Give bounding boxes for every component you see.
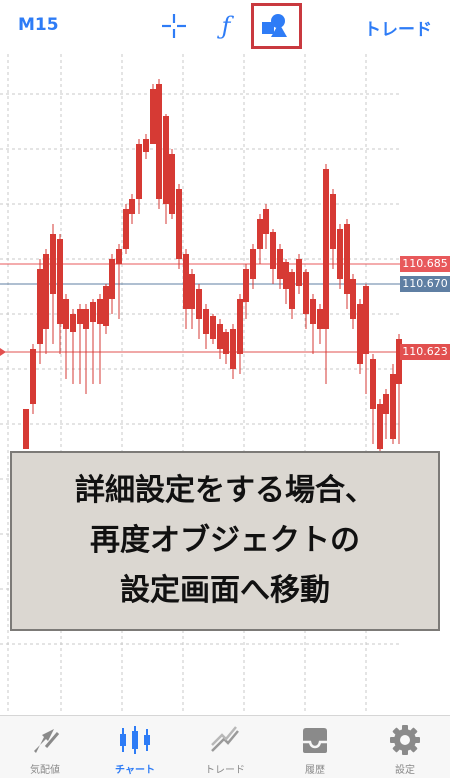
trade-icon <box>205 724 245 756</box>
candle-body <box>350 279 356 319</box>
candle-body <box>303 272 309 314</box>
candle-body <box>123 209 129 249</box>
level-marker <box>0 348 6 356</box>
price-label-upper: 110.685 <box>400 256 450 272</box>
tab-trade-label: トレード <box>205 765 245 776</box>
tab-quotes-label: 気配値 <box>30 765 60 776</box>
tab-history-label: 履歴 <box>305 765 325 776</box>
candle-body <box>156 84 162 199</box>
candle-body <box>217 324 223 349</box>
candle-body <box>77 309 83 324</box>
tab-trade[interactable]: トレード <box>180 716 270 778</box>
candle-body <box>223 332 229 354</box>
chart-toolbar: M15 ƒ トレード <box>0 0 450 54</box>
candle-body <box>109 259 115 299</box>
candle-body <box>257 219 263 249</box>
candle-body <box>210 316 216 339</box>
candle-body <box>337 229 343 279</box>
price-label-current: 110.670 <box>400 276 450 292</box>
candle-body <box>30 349 36 404</box>
candle-body <box>143 139 149 152</box>
callout-line-3: 設定画面へ移動 <box>120 573 330 608</box>
function-icon[interactable]: ƒ <box>210 10 242 42</box>
quotes-icon <box>25 724 65 756</box>
tab-chart-label: チャート <box>115 765 155 776</box>
candle-body <box>250 249 256 279</box>
tab-settings[interactable]: 設定 <box>360 716 450 778</box>
candle-body <box>263 209 269 234</box>
callout-line-1: 詳細設定をする場合、 <box>75 473 375 508</box>
candle-body <box>230 329 236 369</box>
candle-body <box>103 286 109 326</box>
candle-body <box>70 314 76 332</box>
candle-body <box>116 249 122 264</box>
candle-body <box>383 394 389 414</box>
tab-quotes[interactable]: 気配値 <box>0 716 90 778</box>
candle-body <box>150 89 156 144</box>
settings-icon <box>385 724 425 756</box>
timeframe-button[interactable]: M15 <box>18 15 59 35</box>
candle-body <box>169 154 175 214</box>
candle-body <box>183 254 189 309</box>
candle-body <box>277 249 283 279</box>
candle-body <box>97 299 103 324</box>
candle-body <box>370 359 376 409</box>
candle-body <box>289 272 295 309</box>
candle-body <box>136 144 142 199</box>
candle-body <box>344 224 350 294</box>
history-icon <box>295 724 335 756</box>
candle-body <box>237 299 243 354</box>
chart-icon <box>115 724 155 756</box>
candle-body <box>57 239 63 324</box>
candle-body <box>176 189 182 259</box>
candle-body <box>377 404 383 449</box>
candle-body <box>363 286 369 354</box>
candle-body <box>330 194 336 249</box>
candle-body <box>270 232 276 269</box>
candle-body <box>203 309 209 334</box>
candle-body <box>163 116 169 204</box>
candle-body <box>129 199 135 214</box>
candle-body <box>357 304 363 364</box>
candle-body <box>37 269 43 344</box>
price-label-lower: 110.623 <box>400 344 450 360</box>
instruction-callout: 詳細設定をする場合、 再度オブジェクトの 設定画面へ移動 <box>10 451 440 631</box>
candle-body <box>63 299 69 329</box>
tab-history[interactable]: 履歴 <box>270 716 360 778</box>
bottom-tab-bar: 気配値 チャート トレード 履歴 設定 <box>0 715 450 778</box>
candle-body <box>196 289 202 319</box>
candle-body <box>296 259 302 286</box>
candle-body <box>317 309 323 329</box>
candle-body <box>83 309 89 329</box>
candle-body <box>43 254 49 329</box>
candle-body <box>23 409 29 449</box>
callout-line-2: 再度オブジェクトの <box>90 523 360 558</box>
highlight-frame <box>251 3 302 49</box>
tab-settings-label: 設定 <box>395 765 415 776</box>
crosshair-icon[interactable] <box>158 10 190 42</box>
candle-body <box>243 269 249 302</box>
candle-body <box>189 274 195 309</box>
candle-body <box>50 234 56 294</box>
trade-button[interactable]: トレード <box>364 15 432 40</box>
candle-body <box>323 169 329 329</box>
tab-chart[interactable]: チャート <box>90 716 180 778</box>
candle-body <box>283 262 289 289</box>
candle-body <box>90 302 96 322</box>
candle-body <box>390 374 396 439</box>
candle-body <box>310 299 316 324</box>
